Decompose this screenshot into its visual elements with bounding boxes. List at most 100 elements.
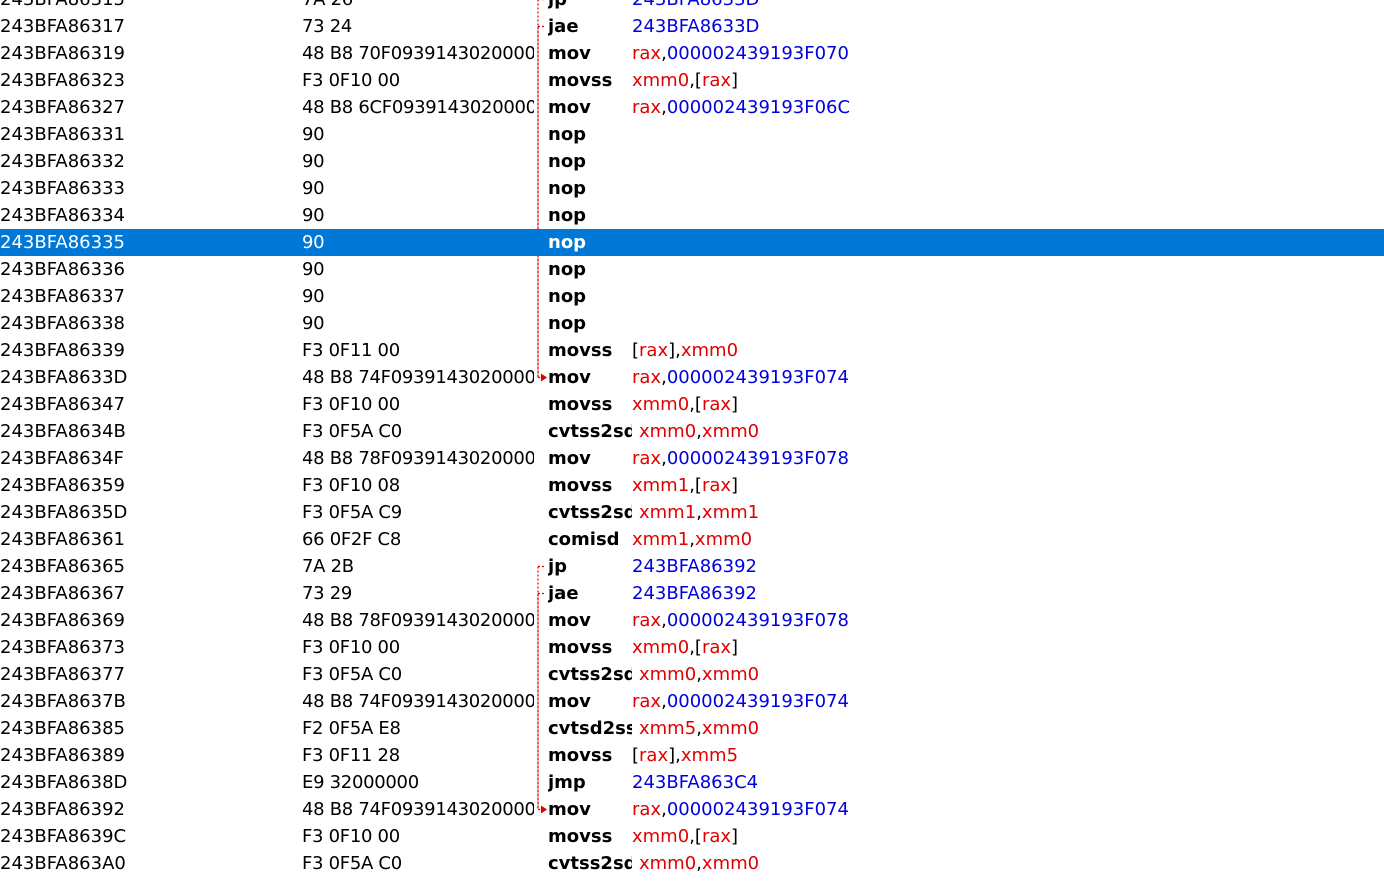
instruction-row[interactable]: 243BFA86337 90 nop	[0, 283, 1384, 310]
bytes-cell: F3 0F10 00	[302, 826, 400, 847]
mnemonic-cell: cvtsd2ss	[548, 718, 632, 739]
punctuation-token: ]	[731, 475, 739, 496]
instruction-row[interactable]: 243BFA86339 F3 0F11 00 movss [rax],xmm0	[0, 337, 1384, 364]
operands-cell: xmm1,[rax]	[632, 472, 1332, 499]
instruction-row[interactable]: 243BFA86332 90 nop	[0, 148, 1384, 175]
mnemonic-cell: nop	[548, 286, 587, 307]
instruction-row[interactable]: 243BFA8634F 48 B8 78F0939143020000 mov rax,…	[0, 445, 1384, 472]
instruction-row[interactable]: 243BFA8635D F3 0F5A C9 cvtss2sd xmm1,xmm1	[0, 499, 1384, 526]
operands-cell: [rax],xmm5	[632, 742, 1332, 769]
address-cell: 243BFA86334	[0, 205, 125, 226]
instruction-row[interactable]: 243BFA86365 7A 2B jp 243BFA86392	[0, 553, 1384, 580]
bytes-cell: 7A 2B	[302, 556, 354, 577]
register-token: xmm1	[701, 502, 760, 523]
immediate-token: 000002439193F070	[666, 43, 849, 64]
instruction-row[interactable]: 243BFA86385 F2 0F5A E8 cvtsd2ss xmm5,xmm0	[0, 715, 1384, 742]
instruction-row[interactable]: 243BFA86319 48 B8 70F0939143020000 mov rax,…	[0, 40, 1384, 67]
mnemonic-cell: comisd	[548, 529, 620, 550]
immediate-token: 243BFA86392	[632, 583, 757, 604]
address-cell: 243BFA86365	[0, 556, 125, 577]
register-token: xmm0	[639, 853, 697, 874]
register-token: rax	[701, 637, 732, 658]
instruction-row[interactable]: 243BFA8633D 48 B8 74F0939143020000 mov rax,…	[0, 364, 1384, 391]
mnemonic-cell: mov	[548, 43, 591, 64]
instruction-row[interactable]: 243BFA863A466 0F57 C9 xorpdxmm1,xmm1	[0, 877, 1384, 882]
instruction-row[interactable]: 243BFA86377 F3 0F5A C0 cvtss2sd xmm0,xmm0	[0, 661, 1384, 688]
bytes-cell: 48 B8 78F0939143020000	[302, 610, 534, 631]
register-token: rax	[632, 448, 662, 469]
instruction-row[interactable]: 243BFA86367 73 29 jae 243BFA86392	[0, 580, 1384, 607]
register-token: rax	[632, 97, 662, 118]
instruction-row[interactable]: 243BFA86369 48 B8 78F0939143020000 mov rax,…	[0, 607, 1384, 634]
selected-instruction-row[interactable]: 243BFA86335 90 nop	[0, 229, 1384, 256]
address-cell: 243BFA86331	[0, 124, 125, 145]
instruction-row[interactable]: 243BFA86338 90 nop	[0, 310, 1384, 337]
instruction-row[interactable]: 243BFA86333 90 nop	[0, 175, 1384, 202]
operands-cell	[632, 148, 1332, 175]
address-cell: 243BFA86317	[0, 16, 125, 37]
address-cell: 243BFA86347	[0, 394, 125, 415]
instruction-row[interactable]: 243BFA86331 90 nop	[0, 121, 1384, 148]
address-cell: 243BFA8637B	[0, 691, 126, 712]
register-token: xmm0	[701, 718, 760, 739]
bytes-cell: F3 0F10 00	[302, 70, 400, 91]
operands-cell: xmm1,xmm1	[639, 499, 1339, 526]
instruction-row[interactable]: 243BFA863157A 26 jp243BFA8633D	[0, 0, 1384, 13]
bytes-cell: 73 29	[302, 583, 353, 604]
register-token: rax	[632, 691, 662, 712]
bytes-cell: 48 B8 78F0939143020000	[302, 448, 534, 469]
address-cell: 243BFA863A0	[0, 853, 126, 874]
punctuation-token: ,[	[689, 394, 702, 415]
bytes-cell: 66 0F57 C9	[302, 877, 534, 882]
mnemonic-cell: cvtss2sd	[548, 502, 632, 523]
bytes-cell: 66 0F2F C8	[302, 529, 401, 550]
instruction-row[interactable]: 243BFA863A0 F3 0F5A C0 cvtss2sd xmm0,xmm0	[0, 850, 1384, 877]
instruction-row[interactable]: 243BFA8639C F3 0F10 00 movss xmm0,[rax]	[0, 823, 1384, 850]
mnemonic-cell: movss	[548, 745, 613, 766]
register-token: xmm5	[680, 745, 739, 766]
operands-cell	[632, 202, 1332, 229]
instruction-row[interactable]: 243BFA8637B 48 B8 74F0939143020000 mov rax,…	[0, 688, 1384, 715]
punctuation-token: ],	[668, 340, 681, 361]
register-token: xmm0	[701, 853, 760, 874]
immediate-token: 000002439193F078	[666, 610, 849, 631]
bytes-cell: E9 32000000	[302, 772, 419, 793]
bytes-cell: F3 0F5A C0	[302, 421, 402, 442]
bytes-cell: F3 0F10 08	[302, 475, 400, 496]
instruction-row[interactable]: 243BFA8634B F3 0F5A C0 cvtss2sd xmm0,xmm0	[0, 418, 1384, 445]
register-token: xmm1	[639, 502, 697, 523]
instruction-row[interactable]: 243BFA86347 F3 0F10 00 movss xmm0,[rax]	[0, 391, 1384, 418]
disassembly-view[interactable]: 243BFA863157A 26jp243BFA8633D243BFA86317…	[0, 0, 1384, 882]
instruction-row[interactable]: 243BFA8638D E9 32000000 jmp 243BFA863C4	[0, 769, 1384, 796]
punctuation-token: ,[	[689, 70, 702, 91]
instruction-row[interactable]: 243BFA86334 90 nop	[0, 202, 1384, 229]
address-cell: 243BFA8634F	[0, 448, 124, 469]
operands-cell: rax,000002439193F070	[632, 40, 1332, 67]
address-cell: 243BFA86392	[0, 799, 125, 820]
instruction-row[interactable]: 243BFA86327 48 B8 6CF0939143020000 mov rax,…	[0, 94, 1384, 121]
punctuation-token: [	[632, 340, 640, 361]
instruction-row[interactable]: 243BFA86336 90 nop	[0, 256, 1384, 283]
mnemonic-cell: cvtss2sd	[548, 853, 632, 874]
instruction-row[interactable]: 243BFA86359 F3 0F10 08 movss xmm1,[rax]	[0, 472, 1384, 499]
operands-cell: rax,000002439193F074	[632, 688, 1332, 715]
operands-cell: rax,000002439193F078	[632, 445, 1332, 472]
address-cell: 243BFA86319	[0, 43, 125, 64]
bytes-cell: F3 0F5A C0	[302, 853, 402, 874]
instruction-row[interactable]: 243BFA86389 F3 0F11 28 movss [rax],xmm5	[0, 742, 1384, 769]
address-cell: 243BFA8639C	[0, 826, 127, 847]
instruction-row[interactable]: 243BFA86323 F3 0F10 00 movss xmm0,[rax]	[0, 67, 1384, 94]
instruction-row[interactable]: 243BFA86317 73 24 jae 243BFA8633D	[0, 13, 1384, 40]
mnemonic-cell: nop	[548, 124, 587, 145]
immediate-token: 243BFA8633D	[632, 0, 759, 10]
bytes-cell: F3 0F11 00	[302, 340, 400, 361]
mnemonic-cell: movss	[548, 475, 613, 496]
bytes-cell: 90	[302, 313, 325, 334]
address-cell: 243BFA86359	[0, 475, 125, 496]
address-cell: 243BFA86332	[0, 151, 125, 172]
instruction-row[interactable]: 243BFA86361 66 0F2F C8 comisd xmm1,xmm0	[0, 526, 1384, 553]
instruction-row[interactable]: 243BFA86392 48 B8 74F0939143020000 mov rax,…	[0, 796, 1384, 823]
instruction-row[interactable]: 243BFA86373 F3 0F10 00 movss xmm0,[rax]	[0, 634, 1384, 661]
mnemonic-cell: cvtss2sd	[548, 421, 632, 442]
address-cell: 243BFA86338	[0, 313, 125, 334]
